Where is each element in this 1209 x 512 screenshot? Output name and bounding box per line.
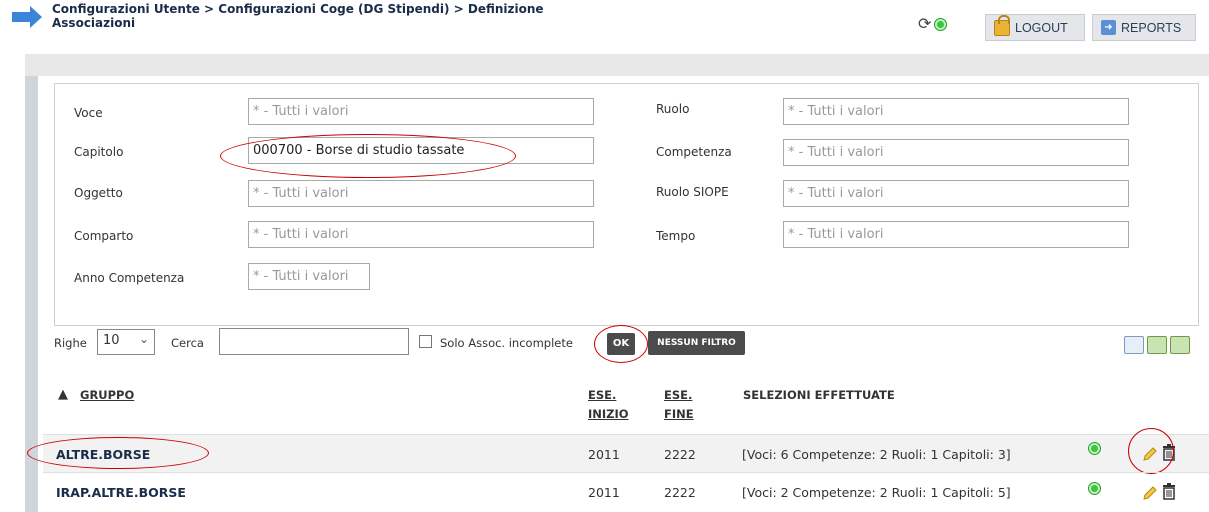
chevron-down-icon: ⌄ xyxy=(138,332,149,346)
col-ese-inizio-2[interactable]: INIZIO xyxy=(588,407,629,421)
anno-competenza-field[interactable]: * - Tutti i valori xyxy=(248,263,370,290)
toolbar-strip xyxy=(25,54,1209,76)
voce-field[interactable]: * - Tutti i valori xyxy=(248,98,594,125)
breadcrumb-current: Associazioni xyxy=(52,16,136,30)
col-ese-fine-1[interactable]: ESE. xyxy=(664,388,692,402)
reports-label: REPORTS xyxy=(1121,20,1182,35)
nessun-filtro-button[interactable]: NESSUN FILTRO xyxy=(648,331,745,355)
highlight-capitolo xyxy=(220,134,516,178)
ruolo-siope-label: Ruolo SIOPE xyxy=(656,185,729,199)
row-fine: 2222 xyxy=(664,485,696,500)
reports-button[interactable]: ➜ REPORTS xyxy=(1092,14,1196,41)
row-inizio: 2011 xyxy=(588,485,620,500)
ruolo-siope-field[interactable]: * - Tutti i valori xyxy=(783,180,1129,207)
comparto-label: Comparto xyxy=(74,229,134,243)
edit-pencil-icon[interactable] xyxy=(1142,485,1158,501)
tempo-label: Tempo xyxy=(656,229,696,243)
oggetto-label: Oggetto xyxy=(74,186,123,200)
col-ese-inizio-1[interactable]: ESE. xyxy=(588,388,616,402)
righe-select[interactable]: 10 ⌄ xyxy=(97,329,155,355)
highlight-edit xyxy=(1128,428,1174,474)
upload-icon[interactable] xyxy=(1147,336,1167,354)
table-tools xyxy=(1124,336,1190,354)
table-row[interactable]: IRAP.ALTRE.BORSE 2011 2222 [Voci: 2 Comp… xyxy=(43,472,1209,510)
logout-label: LOGOUT xyxy=(1015,20,1068,35)
tempo-field[interactable]: * - Tutti i valori xyxy=(783,221,1129,248)
status-icons: ⟳ xyxy=(918,16,947,32)
row-inizio: 2011 xyxy=(588,447,620,462)
competenza-label: Competenza xyxy=(656,145,732,159)
breadcrumb-path: Configurazioni Utente > Configurazioni C… xyxy=(52,2,544,16)
highlight-ok xyxy=(594,325,648,363)
cerca-input[interactable] xyxy=(219,328,409,355)
add-record-icon[interactable] xyxy=(1124,336,1144,354)
col-ese-fine-2[interactable]: FINE xyxy=(664,407,694,421)
lock-icon xyxy=(994,14,1010,36)
delete-trash-icon[interactable] xyxy=(1162,483,1176,500)
row-status-icon xyxy=(1089,443,1100,454)
row-gruppo: IRAP.ALTRE.BORSE xyxy=(56,485,186,500)
solo-incomplete-checkbox[interactable] xyxy=(419,335,432,348)
download-icon[interactable] xyxy=(1170,336,1190,354)
voce-label: Voce xyxy=(74,106,103,120)
filter-panel: Voce * - Tutti i valori Capitolo 000700 … xyxy=(54,83,1199,326)
row-selezioni: [Voci: 6 Competenze: 2 Ruoli: 1 Capitoli… xyxy=(742,447,1011,462)
row-fine: 2222 xyxy=(664,447,696,462)
capitolo-label: Capitolo xyxy=(74,145,124,159)
row-selezioni: [Voci: 2 Competenze: 2 Ruoli: 1 Capitoli… xyxy=(742,485,1011,500)
ruolo-field[interactable]: * - Tutti i valori xyxy=(783,98,1129,125)
arrow-logo-icon xyxy=(12,6,42,28)
row-status-icon xyxy=(1089,483,1100,494)
logout-button[interactable]: LOGOUT xyxy=(985,14,1085,41)
righe-label: Righe xyxy=(54,336,87,350)
table-row[interactable]: ALTRE.BORSE 2011 2222 [Voci: 6 Competenz… xyxy=(43,434,1209,472)
highlight-altre-borse xyxy=(27,437,209,469)
cerca-label: Cerca xyxy=(171,336,204,350)
anno-competenza-label: Anno Competenza xyxy=(74,271,185,285)
arrow-right-icon: ➜ xyxy=(1101,20,1116,35)
comparto-field[interactable]: * - Tutti i valori xyxy=(248,221,594,248)
breadcrumb: Configurazioni Utente > Configurazioni C… xyxy=(52,2,612,30)
status-online-icon xyxy=(935,18,947,30)
competenza-field[interactable]: * - Tutti i valori xyxy=(783,139,1129,166)
top-bar: Configurazioni Utente > Configurazioni C… xyxy=(0,0,1209,44)
col-gruppo[interactable]: GRUPPO xyxy=(80,388,134,402)
refresh-icon[interactable]: ⟳ xyxy=(918,16,931,32)
righe-value: 10 xyxy=(103,333,120,348)
sort-asc-icon: ▲ xyxy=(58,387,68,402)
oggetto-field[interactable]: * - Tutti i valori xyxy=(248,180,594,207)
ruolo-label: Ruolo xyxy=(656,102,690,116)
solo-incomplete-label: Solo Assoc. incomplete xyxy=(440,336,573,350)
col-selezioni: SELEZIONI EFFETTUATE xyxy=(743,388,895,402)
